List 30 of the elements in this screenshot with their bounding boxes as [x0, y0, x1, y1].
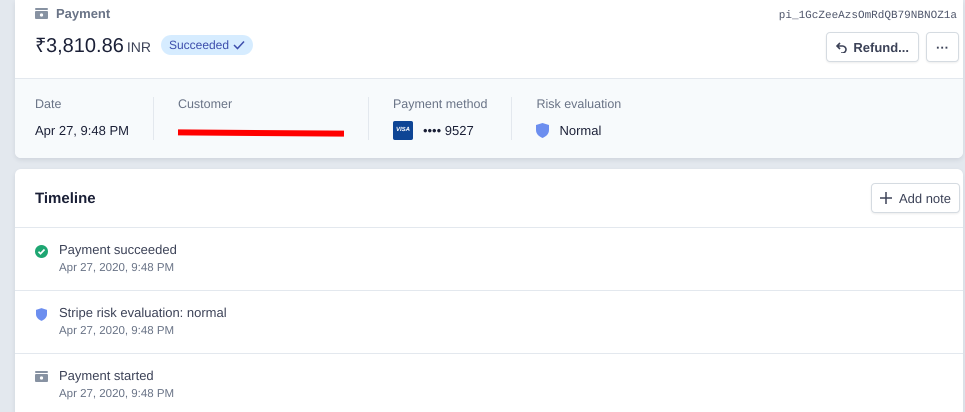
- detail-label: Customer: [178, 97, 234, 111]
- return-arrow-icon: [836, 42, 848, 52]
- event-time: Apr 27, 2020, 9:48 PM: [59, 262, 176, 274]
- plus-icon: [880, 192, 892, 204]
- event-time: Apr 27, 2020, 9:48 PM: [59, 388, 174, 400]
- add-note-button[interactable]: Add note: [870, 183, 960, 213]
- cash-icon: [35, 8, 48, 19]
- payment-amount: ₹3,810.86: [35, 34, 124, 58]
- checkmark-icon: [233, 40, 246, 50]
- detail-value: •••• 9527: [422, 122, 474, 138]
- page-label: Payment: [56, 6, 110, 21]
- more-button[interactable]: ···: [926, 32, 959, 62]
- event-time: Apr 27, 2020, 9:48 PM: [59, 325, 176, 337]
- section-title: Timeline: [35, 190, 96, 206]
- event-title: Payment started: [59, 368, 155, 383]
- shield-icon: [536, 122, 550, 138]
- event-title: Payment succeeded: [59, 242, 177, 257]
- payment-id: pi_1GcZeeAzsOmRdQB79NBNOZ1a: [778, 10, 957, 22]
- event-title: Stripe risk evaluation: normal: [59, 305, 227, 320]
- cash-icon: [35, 371, 48, 382]
- detail-value: Apr 27, 9:48 PM: [35, 122, 129, 138]
- shield-icon: [36, 308, 47, 321]
- check-circle-icon: [35, 245, 48, 258]
- refund-button[interactable]: Refund...: [826, 32, 919, 62]
- detail-value: Normal: [559, 122, 602, 138]
- detail-label: Payment method: [392, 97, 488, 111]
- detail-label: Date: [35, 97, 62, 111]
- currency-code: INR: [126, 38, 151, 54]
- detail-label: Risk evaluation: [536, 97, 622, 111]
- status-badge: Succeeded: [160, 34, 254, 54]
